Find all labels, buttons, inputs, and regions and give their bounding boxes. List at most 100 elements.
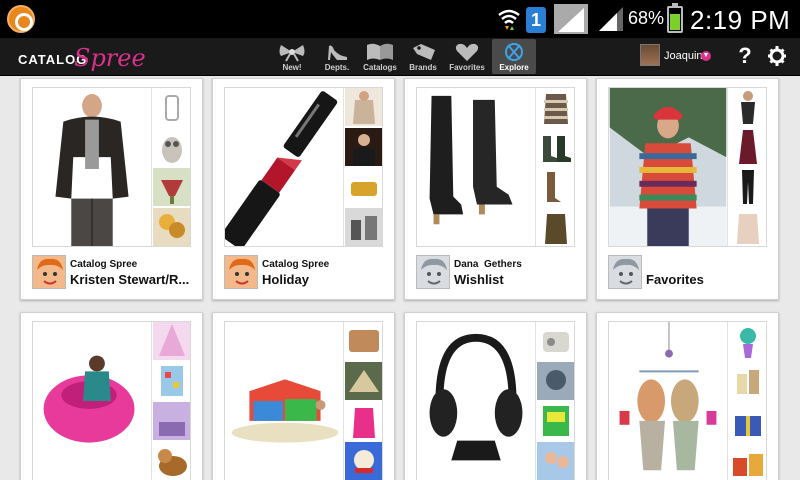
product-image-headphones	[417, 322, 535, 480]
owner-avatar[interactable]	[416, 255, 450, 289]
side-thumbnails	[343, 322, 382, 480]
battery-percent: 68%	[628, 8, 665, 28]
nav-label: Catalogs	[363, 63, 397, 72]
catalog-card[interactable]: Catalog Spree Kristen Stewart/R...	[20, 78, 203, 300]
default-avatar-icon	[417, 256, 449, 288]
product-thumb-lantern	[153, 88, 190, 126]
open-book-icon	[367, 43, 393, 60]
catalog-card[interactable]: Catalog Spree Holiday	[212, 78, 395, 300]
nav-new[interactable]: New!	[270, 39, 314, 74]
catalog-card[interactable]	[596, 312, 779, 480]
nav-favorites[interactable]: Favorites	[445, 39, 489, 74]
product-thumb-rain-boots	[537, 128, 574, 166]
catalog-thumbnail[interactable]	[224, 321, 383, 480]
product-thumb-blouse	[729, 208, 766, 246]
product-thumb-candles	[345, 208, 382, 246]
catalog-thumbnail[interactable]	[608, 87, 767, 247]
catalog-card[interactable]: Favorites	[596, 78, 779, 300]
catalog-title[interactable]: Wishlist	[454, 272, 580, 287]
product-thumb-owl	[153, 128, 190, 166]
side-thumbnails	[151, 322, 190, 480]
catalog-owner-name: Catalog Spree	[262, 259, 330, 270]
catalog-card[interactable]: Dana Gethers Wishlist	[404, 78, 587, 300]
product-thumb-dark-outfit	[729, 88, 766, 126]
nav-catalogs[interactable]: Catalogs	[358, 39, 402, 74]
product-thumb-wicker-basket	[345, 322, 382, 360]
product-image-decorative-ornament	[609, 322, 727, 480]
product-thumb-tall-boots	[537, 168, 574, 206]
compass-icon	[505, 43, 523, 61]
heart-icon	[455, 43, 479, 61]
product-thumb-tent-scene	[345, 362, 382, 400]
app-notification-icon	[7, 5, 35, 33]
catalog-thumbnail[interactable]	[608, 321, 767, 480]
catalog-thumbnail[interactable]	[32, 321, 191, 480]
product-thumb-leggings	[729, 168, 766, 206]
catalog-title[interactable]: Holiday	[262, 272, 388, 287]
nav-brands[interactable]: Brands	[401, 39, 445, 74]
owner-avatar[interactable]	[224, 255, 258, 289]
product-thumb-kids	[537, 442, 574, 480]
product-image-boots	[417, 88, 535, 246]
status-bar: 1 68% 2:19 PM	[0, 0, 800, 38]
product-thumb-treats	[729, 442, 766, 480]
catalog-thumbnail[interactable]	[416, 87, 575, 247]
help-button[interactable]: ?	[737, 43, 753, 69]
product-image-leather-jacket	[33, 88, 151, 246]
side-thumbnails	[343, 88, 382, 246]
bow-icon	[279, 45, 305, 62]
product-image-pink-chair	[33, 322, 151, 480]
product-thumb-car-seat	[537, 362, 574, 400]
clock: 2:19 PM	[690, 5, 791, 35]
nav-label: New!	[282, 63, 302, 72]
signal-strength-icon	[554, 4, 588, 34]
user-menu-caret-icon[interactable]: ▼	[701, 51, 711, 61]
side-thumbnails	[535, 322, 574, 480]
catalog-thumbnail[interactable]	[416, 321, 575, 480]
nav-label: Brands	[409, 63, 437, 72]
product-thumb-pink-jacket	[345, 402, 382, 440]
product-thumb-puppy	[345, 442, 382, 480]
owner-avatar[interactable]	[608, 255, 642, 289]
catalog-card[interactable]	[20, 312, 203, 480]
product-thumb-sweater	[345, 88, 382, 126]
product-thumb-play-mat	[153, 362, 190, 400]
product-thumb-canopy	[153, 322, 190, 360]
catalog-title[interactable]: Favorites	[646, 272, 772, 287]
side-thumbnails	[535, 88, 574, 246]
product-image-play-tent	[225, 322, 343, 480]
catalog-card[interactable]	[212, 312, 395, 480]
side-thumbnails	[727, 322, 766, 480]
catalog-owner-name: Dana Gethers	[454, 259, 522, 270]
catalog-title[interactable]: Kristen Stewart/R...	[70, 272, 196, 287]
nav-label: Explore	[499, 63, 529, 72]
product-thumb-jars	[729, 362, 766, 400]
cellular-signal-icon	[599, 7, 623, 31]
product-thumb-flowers	[153, 208, 190, 246]
nav-explore[interactable]: Explore	[492, 39, 536, 74]
product-thumb-striped-sweater	[537, 88, 574, 126]
default-avatar-icon	[609, 256, 641, 288]
high-heel-icon	[328, 45, 347, 60]
app-toolbar: CATALOG Spree New! Depts. Catalogs Brand…	[0, 38, 800, 76]
user-name[interactable]: Joaquin	[664, 50, 703, 62]
product-image-striped-sweater-model	[609, 88, 727, 246]
wifi-icon	[498, 9, 520, 30]
nav-label: Favorites	[449, 63, 485, 72]
nav-depts[interactable]: Depts.	[315, 39, 359, 74]
catalog-thumbnail[interactable]	[32, 87, 191, 247]
user-avatar[interactable]	[640, 44, 660, 66]
product-thumb-game-box	[537, 402, 574, 440]
product-thumb-gold-clutch	[345, 168, 382, 206]
catalog-spree-avatar-icon	[225, 256, 257, 288]
product-thumb-appliance	[537, 322, 574, 360]
product-thumb-scarf-model	[345, 128, 382, 166]
catalog-thumbnail[interactable]	[224, 87, 383, 247]
side-thumbnails	[151, 88, 190, 246]
logo-text-spree: Spree	[74, 44, 146, 72]
owner-avatar[interactable]	[32, 255, 66, 289]
product-thumb-vest	[537, 208, 574, 246]
settings-gear-icon[interactable]	[767, 45, 787, 67]
battery-icon	[667, 3, 683, 33]
catalog-card[interactable]	[404, 312, 587, 480]
